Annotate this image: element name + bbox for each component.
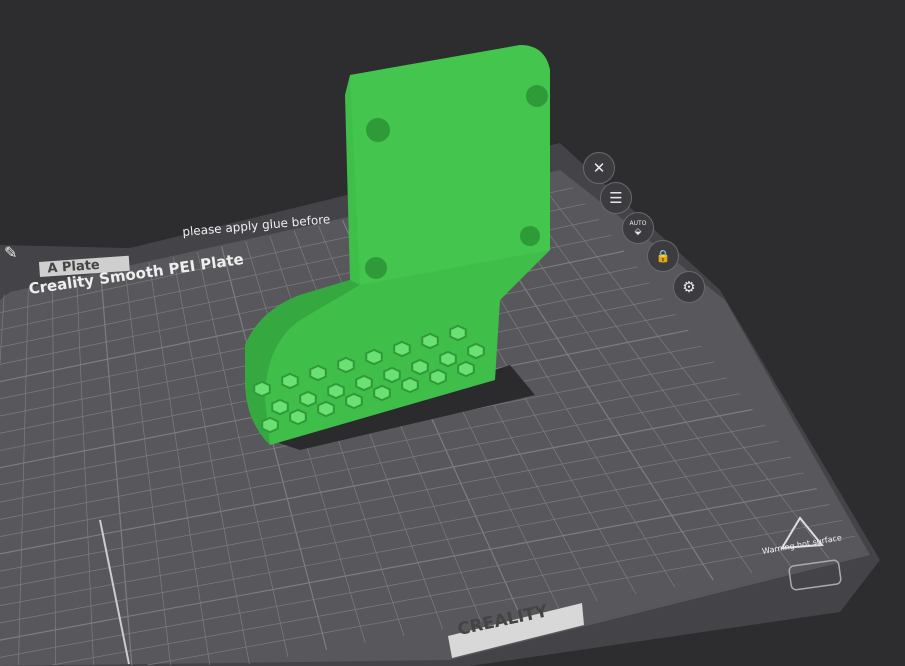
close-icon: ✕ bbox=[592, 159, 606, 177]
honeycomb-cell bbox=[309, 364, 327, 382]
honeycomb-cell bbox=[467, 342, 485, 360]
honeycomb-cell bbox=[401, 376, 419, 394]
lock-icon: 🔒 bbox=[655, 249, 671, 263]
honeycomb-cell bbox=[365, 348, 383, 366]
honeycomb-cell bbox=[411, 358, 429, 376]
honeycomb-cell bbox=[345, 392, 363, 410]
honeycomb-cell bbox=[299, 390, 317, 408]
honeycomb-cell bbox=[289, 408, 307, 426]
honeycomb-cell bbox=[373, 384, 391, 402]
honeycomb-cell bbox=[253, 380, 271, 398]
honeycomb-cell bbox=[337, 356, 355, 374]
honeycomb-cell bbox=[439, 350, 457, 368]
3d-viewport[interactable] bbox=[0, 0, 905, 666]
honeycomb-cell bbox=[421, 332, 439, 350]
list-icon: ☰ bbox=[609, 189, 623, 207]
honeycomb-cell bbox=[429, 368, 447, 386]
auto-orient-icon: ⬙ bbox=[634, 226, 642, 237]
lock-button[interactable]: 🔒 bbox=[647, 240, 679, 272]
auto-label: AUTO bbox=[629, 219, 647, 227]
arrange-button[interactable]: ☰ bbox=[600, 182, 632, 214]
honeycomb-cell bbox=[317, 400, 335, 418]
honeycomb-cell bbox=[281, 372, 299, 390]
honeycomb-cell bbox=[261, 416, 279, 434]
gear-icon: ⚙ bbox=[682, 278, 696, 296]
close-button[interactable]: ✕ bbox=[583, 152, 615, 184]
settings-button[interactable]: ⚙ bbox=[673, 271, 705, 303]
honeycomb-cell bbox=[457, 360, 475, 378]
pencil-edit-icon[interactable]: ✎ bbox=[4, 243, 17, 262]
honeycomb-cell bbox=[271, 398, 289, 416]
honeycomb-cell bbox=[383, 366, 401, 384]
honeycomb-cell bbox=[327, 382, 345, 400]
honeycomb-cell bbox=[355, 374, 373, 392]
auto-orient-button[interactable]: AUTO ⬙ bbox=[622, 212, 654, 244]
honeycomb-cell bbox=[393, 340, 411, 358]
honeycomb-cell bbox=[449, 324, 467, 342]
